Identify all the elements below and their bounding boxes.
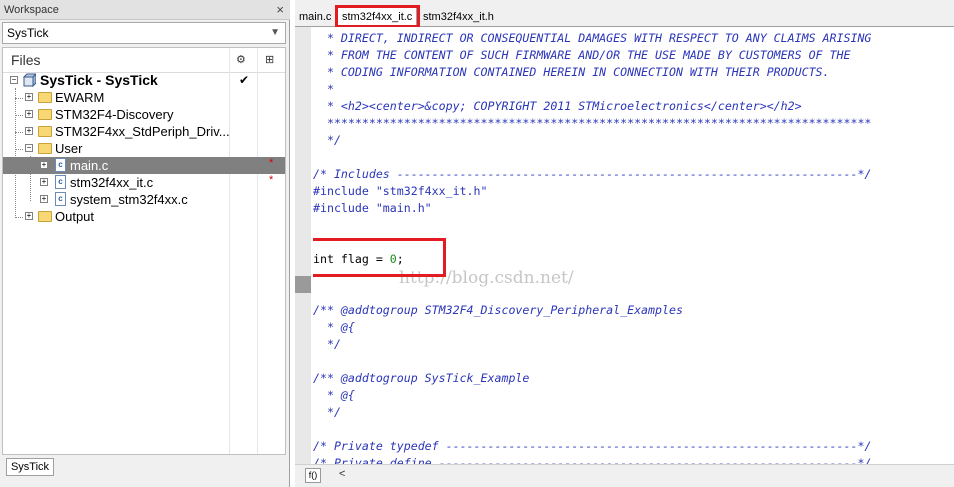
current-line-marker <box>295 276 311 293</box>
files-column-label: Files <box>11 52 41 68</box>
dependencies-icon[interactable]: ⊞ <box>265 53 274 66</box>
expand-icon[interactable]: + <box>25 110 33 118</box>
workspace-title-bar: Workspace × <box>0 0 290 20</box>
check-icon: ✔ <box>239 73 250 87</box>
modified-marker-icon: * <box>269 157 274 169</box>
tree-item-system-stm32f4xx-c[interactable]: + c system_stm32f4xx.c <box>3 191 285 208</box>
code-line-include: #include "main.h" <box>313 201 432 215</box>
code-line: * @{ <box>313 388 355 402</box>
folder-icon <box>38 126 52 137</box>
code-line: * FROM THE CONTENT OF SUCH FIRMWARE AND/… <box>313 48 851 62</box>
tree-item-stm32f4xx-it-c[interactable]: + c stm32f4xx_it.c * <box>3 174 285 191</box>
expand-icon[interactable]: + <box>40 178 48 186</box>
code-line: */ <box>313 133 341 147</box>
editor-tab-bar: main.c stm32f4xx_it.c stm32f4xx_it.h <box>295 0 954 28</box>
expand-icon[interactable]: + <box>40 161 48 169</box>
configuration-select-value: SysTick <box>7 26 49 40</box>
tree-item-label: User <box>55 141 83 156</box>
folder-open-icon <box>38 143 52 154</box>
expand-icon[interactable]: + <box>25 127 33 135</box>
code-line: * @{ <box>313 320 355 334</box>
tree-item-ewarm[interactable]: + EWARM <box>3 89 285 106</box>
close-icon[interactable]: × <box>276 0 284 20</box>
folder-icon <box>38 211 52 222</box>
code-line: /* Private define ----------------------… <box>313 456 872 464</box>
modified-marker-icon: * <box>269 174 274 186</box>
workspace-title: Workspace <box>4 4 59 16</box>
chevron-down-icon[interactable]: ▼ <box>270 23 280 43</box>
code-line: * <box>313 82 334 96</box>
tree-item-label: stm32f4xx_it.c <box>70 175 154 190</box>
expand-icon[interactable]: + <box>40 195 48 203</box>
code-line: /* Includes ----------------------------… <box>313 167 872 181</box>
horizontal-scrollbar[interactable]: f() < <box>295 464 954 487</box>
workspace-panel: Workspace × SysTick ▼ Files ⚙ ⊞ − SysTic… <box>0 0 290 487</box>
expand-icon[interactable]: + <box>25 212 33 220</box>
tree-item-user[interactable]: − User <box>3 140 285 157</box>
tree-item-label: Output <box>55 209 95 224</box>
c-file-icon: c <box>55 192 66 206</box>
highlight-box <box>335 5 420 28</box>
tree-item-label: main.c <box>70 158 109 173</box>
expand-icon[interactable]: + <box>25 93 33 101</box>
tree-item-label: system_stm32f4xx.c <box>70 192 188 207</box>
c-file-icon: c <box>55 175 66 189</box>
tree-item-output[interactable]: + Output <box>3 208 285 225</box>
tree-item-label: SysTick - SysTick <box>40 72 158 88</box>
code-area[interactable]: * DIRECT, INDIRECT OR CONSEQUENTIAL DAMA… <box>313 27 954 464</box>
tree-item-main-c[interactable]: + c main.c * <box>3 157 285 174</box>
c-file-icon: c <box>55 158 66 172</box>
highlight-box <box>313 238 446 277</box>
file-tree-header: Files ⚙ ⊞ <box>3 48 285 73</box>
code-line: * CODING INFORMATION CONTAINED HEREIN IN… <box>313 65 830 79</box>
tree-item-label: EWARM <box>55 90 105 105</box>
code-line: /** @addtogroup SysTick_Example <box>313 371 530 385</box>
file-tree: Files ⚙ ⊞ − SysTick - SysTick ✔ + EWARM … <box>2 47 286 455</box>
tree-item-label: STM32F4-Discovery <box>55 107 174 122</box>
folder-icon <box>38 109 52 120</box>
code-line: /* Private typedef ---------------------… <box>313 439 872 453</box>
tab-stm32f4xx-it-h[interactable]: stm32f4xx_it.h <box>419 8 498 26</box>
tree-item-label: STM32F4xx_StdPeriph_Driv... <box>55 124 230 139</box>
tree-item-project[interactable]: − SysTick - SysTick ✔ <box>3 72 285 89</box>
code-line: * <h2><center>&copy; COPYRIGHT 2011 STMi… <box>313 99 802 113</box>
tree-item-stdperiph-driver[interactable]: + STM32F4xx_StdPeriph_Driv... <box>3 123 285 140</box>
tree-item-stm32f4-discovery[interactable]: + STM32F4-Discovery <box>3 106 285 123</box>
code-line: * DIRECT, INDIRECT OR CONSEQUENTIAL DAMA… <box>313 31 872 45</box>
code-line: ****************************************… <box>313 116 872 130</box>
code-line: */ <box>313 337 341 351</box>
project-icon <box>22 73 36 87</box>
tab-main-c[interactable]: main.c <box>295 8 335 26</box>
scroll-left-icon[interactable]: < <box>339 468 345 480</box>
workspace-bottom-tab[interactable]: SysTick <box>6 458 54 476</box>
function-list-button[interactable]: f() <box>305 468 321 483</box>
code-editor: main.c stm32f4xx_it.c stm32f4xx_it.h * D… <box>295 0 954 487</box>
collapse-icon[interactable]: − <box>25 144 33 152</box>
code-line: */ <box>313 405 341 419</box>
configuration-select[interactable]: SysTick ▼ <box>2 22 286 44</box>
code-line-include: #include "stm32f4xx_it.h" <box>313 184 488 198</box>
editor-gutter <box>295 27 311 464</box>
folder-icon <box>38 92 52 103</box>
settings-icon[interactable]: ⚙ <box>236 53 246 66</box>
collapse-icon[interactable]: − <box>10 76 18 84</box>
code-line: /** @addtogroup STM32F4_Discovery_Periph… <box>313 303 683 317</box>
